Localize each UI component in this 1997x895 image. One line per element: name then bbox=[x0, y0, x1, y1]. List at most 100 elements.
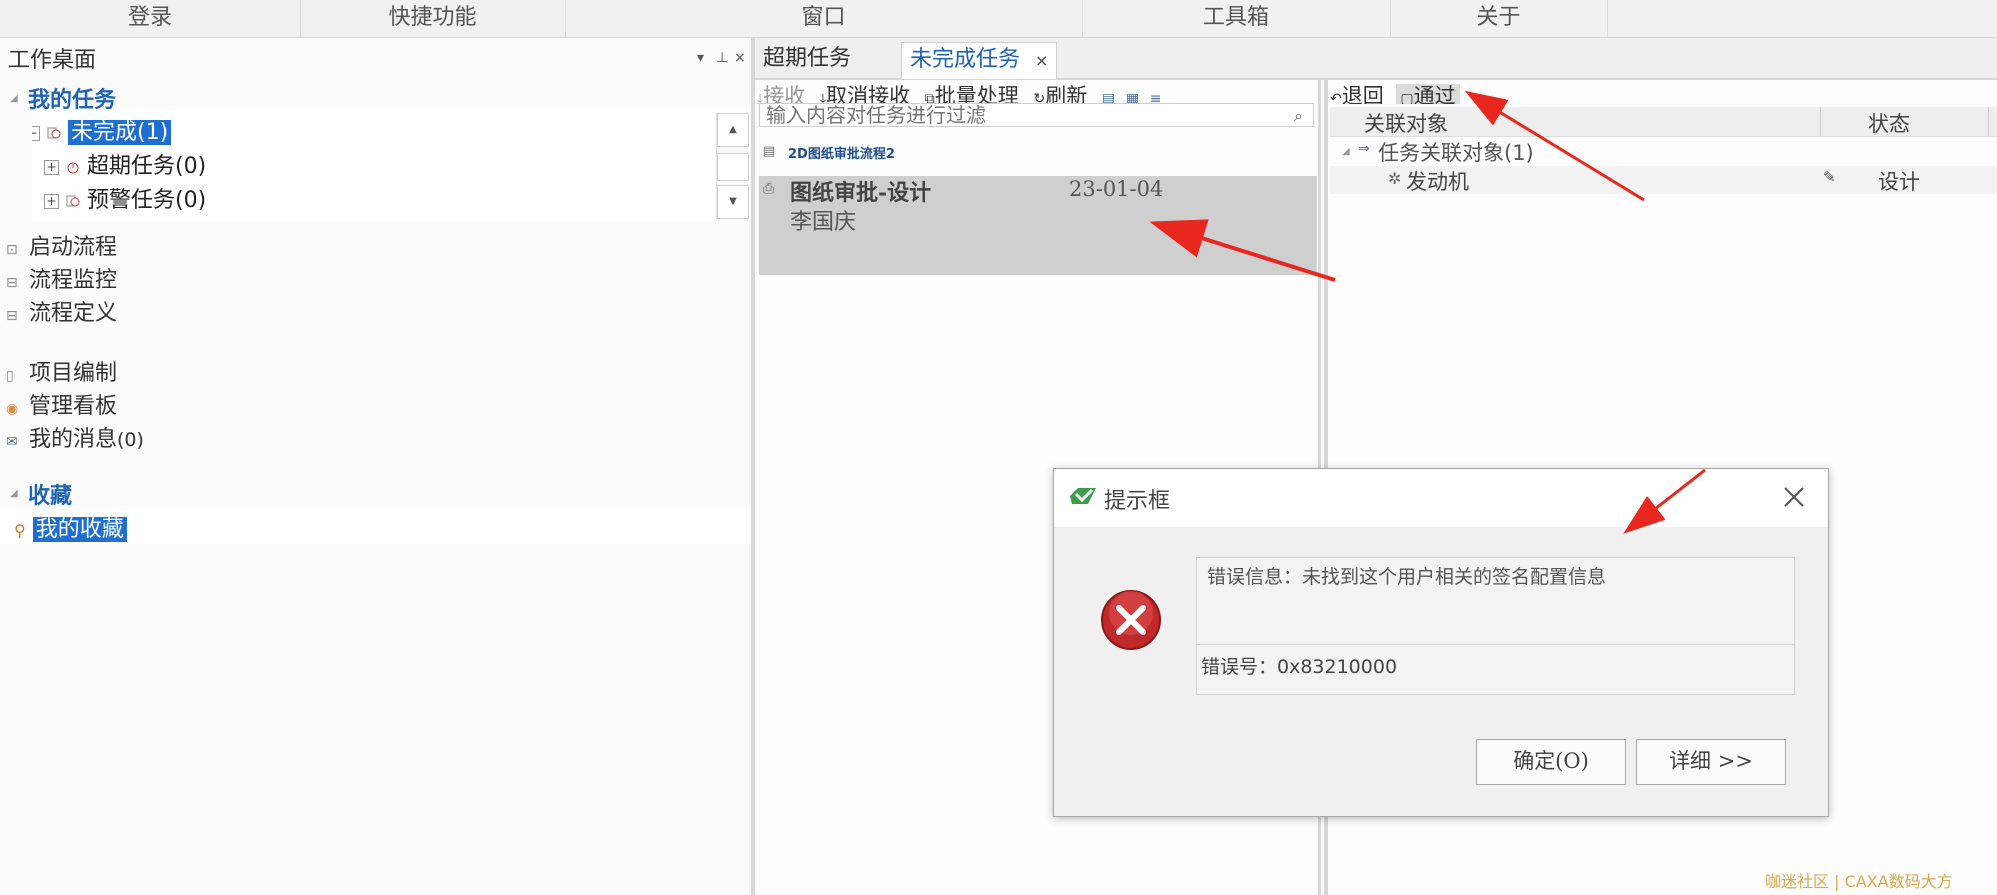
close-icon[interactable] bbox=[1782, 485, 1806, 509]
nav-label: 我的消息 bbox=[29, 427, 118, 452]
message-count: (0) bbox=[117, 429, 144, 451]
tree-item-incomplete[interactable]: − 未完成(1) bbox=[32, 114, 172, 146]
scroll-thumb[interactable] bbox=[717, 153, 749, 181]
nav-dashboard[interactable]: ◉ 管理看板 bbox=[6, 388, 117, 420]
detail-button[interactable]: 详细 >> bbox=[1636, 739, 1786, 785]
error-icon bbox=[1101, 590, 1161, 650]
task-toolbar: ⤓接收 ⤓取消接收 ⧉批量处理 ↻刷新 ▤ ▦ ≡ bbox=[757, 80, 1317, 104]
refresh-button[interactable]: 刷新 bbox=[1045, 84, 1087, 104]
task-date: 23-01-04 bbox=[1069, 177, 1164, 201]
nav-label: 启动流程 bbox=[29, 235, 118, 260]
collapse-triangle-icon[interactable]: ◢ bbox=[1342, 146, 1350, 157]
column-header-status[interactable]: 状态 bbox=[1868, 108, 1910, 138]
pin-icon[interactable]: ⊥ bbox=[716, 50, 728, 66]
collapse-triangle-icon[interactable]: ◢ bbox=[10, 488, 18, 499]
tab-overdue[interactable]: 超期任务 bbox=[755, 42, 859, 78]
tab-close-icon[interactable]: × bbox=[1035, 51, 1048, 70]
collapse-triangle-icon[interactable]: ◢ bbox=[10, 93, 18, 104]
overdue-icon bbox=[67, 162, 79, 174]
flow-group-label[interactable]: 2D图纸审批流程2 bbox=[788, 143, 895, 162]
panel-title: 工作桌面 bbox=[8, 48, 97, 73]
warning-task-icon bbox=[66, 195, 80, 207]
error-message: 错误信息：未找到这个用户相关的签名配置信息 bbox=[1207, 566, 1607, 588]
return-button[interactable]: 退回 bbox=[1342, 84, 1384, 104]
task-title: 图纸审批-设计 bbox=[790, 180, 932, 206]
tree-item-label: 预警任务(0) bbox=[87, 188, 207, 213]
task-filter-input[interactable] bbox=[759, 103, 1314, 127]
nav-process-definition[interactable]: ⊟ 流程定义 bbox=[6, 295, 117, 327]
document-icon: ▯ bbox=[6, 368, 14, 384]
ok-button[interactable]: 确定(O) bbox=[1476, 739, 1626, 785]
task-person: 李国庆 bbox=[790, 210, 857, 235]
scroll-up-icon[interactable]: ▲ bbox=[717, 113, 749, 147]
divider bbox=[1197, 644, 1794, 645]
error-details-box: 错误信息：未找到这个用户相关的签名配置信息 错误号：0x83210000 bbox=[1196, 557, 1795, 695]
nav-label: 管理看板 bbox=[29, 394, 118, 419]
menu-window[interactable]: 窗口 bbox=[565, 0, 1083, 37]
tree-item-overdue[interactable]: + 超期任务(0) bbox=[44, 148, 206, 180]
column-divider bbox=[1820, 107, 1821, 136]
definition-icon: ⊟ bbox=[6, 308, 18, 324]
tab-incomplete[interactable]: 未完成任务 × bbox=[901, 42, 1058, 79]
pass-icon: ▢ bbox=[1400, 91, 1414, 104]
app-logo-icon bbox=[1070, 488, 1096, 504]
error-code: 错误号：0x83210000 bbox=[1201, 656, 1398, 678]
dialog-title: 提示框 bbox=[1104, 489, 1171, 514]
menu-shortcuts[interactable]: 快捷功能 bbox=[300, 0, 566, 37]
receive-button[interactable]: 接收 bbox=[763, 84, 805, 104]
nav-my-messages[interactable]: ✉ 我的消息(0) bbox=[6, 421, 144, 453]
grid-header: 关联对象 状态 bbox=[1330, 107, 1997, 137]
envelope-icon: ✉ bbox=[6, 434, 18, 450]
process-icon: ⊡ bbox=[6, 242, 18, 258]
star-folder-icon: ⚲ bbox=[14, 521, 26, 540]
expand-icon[interactable]: + bbox=[44, 193, 59, 209]
tree-scrollbar[interactable]: ▲ ▼ bbox=[716, 113, 749, 220]
dialog-titlebar[interactable]: 提示框 bbox=[1054, 469, 1828, 527]
nav-label: 流程监控 bbox=[29, 268, 118, 293]
column-divider bbox=[1988, 107, 1989, 136]
tree-item-label: 未完成(1) bbox=[68, 120, 172, 145]
edit-icon[interactable]: ✎ bbox=[1823, 168, 1836, 186]
tree-item-warning[interactable]: + 预警任务(0) bbox=[44, 182, 206, 214]
nav-label: 项目编制 bbox=[29, 361, 118, 386]
clock-task-icon bbox=[47, 127, 61, 139]
grid-group-row[interactable]: ◢ ⇒ 任务关联对象(1) bbox=[1330, 137, 1997, 165]
nav-start-process[interactable]: ⊡ 启动流程 bbox=[6, 229, 117, 261]
row-object: 发动机 bbox=[1406, 170, 1469, 194]
return-icon: ↶ bbox=[1330, 91, 1342, 104]
menu-bar: 登录 快捷功能 窗口 工具箱 关于 bbox=[0, 0, 1997, 38]
collapse-icon[interactable]: − bbox=[32, 125, 40, 141]
pass-button[interactable]: ▢通过 bbox=[1396, 84, 1460, 104]
watermark: 咖迷社区 | CAXA数码大方 bbox=[1765, 872, 1953, 891]
table-row[interactable]: ✲ 发动机 ✎ 设计 bbox=[1330, 166, 1997, 194]
detail-toolbar: ↶退回 ▢通过 bbox=[1330, 80, 1997, 104]
tab-label: 未完成任务 bbox=[910, 47, 1021, 72]
task-icon: ⎙ bbox=[763, 181, 775, 197]
alert-dialog: 提示框 错误信息：未找到这个用户相关的签名配置信息 错误号：0x83210000… bbox=[1053, 468, 1829, 817]
batch-button[interactable]: 批量处理 bbox=[935, 84, 1019, 104]
favorites-item[interactable]: ⚲ 我的收藏 bbox=[14, 511, 127, 543]
nav-project-edit[interactable]: ▯ 项目编制 bbox=[6, 355, 117, 387]
menu-about[interactable]: 关于 bbox=[1390, 0, 1608, 37]
panel-close-icon[interactable]: × bbox=[734, 50, 746, 66]
search-icon[interactable]: ⌕ bbox=[1294, 106, 1303, 126]
favorites-title: 收藏 bbox=[28, 484, 73, 509]
flow-icon: ▤ bbox=[763, 144, 776, 159]
nav-label: 流程定义 bbox=[29, 301, 118, 326]
panel-splitter[interactable] bbox=[751, 38, 755, 895]
group-label: 任务关联对象(1) bbox=[1378, 141, 1534, 165]
expand-icon[interactable]: + bbox=[44, 159, 59, 175]
monitor-icon: ⊟ bbox=[6, 275, 18, 291]
dashboard-icon: ◉ bbox=[6, 401, 19, 417]
scroll-down-icon[interactable]: ▼ bbox=[717, 185, 749, 219]
menu-login[interactable]: 登录 bbox=[0, 0, 301, 37]
menu-toolbox[interactable]: 工具箱 bbox=[1082, 0, 1391, 37]
panel-dropdown-icon[interactable]: ▾ bbox=[697, 50, 704, 66]
nav-process-monitor[interactable]: ⊟ 流程监控 bbox=[6, 262, 117, 294]
favorites-label: 我的收藏 bbox=[32, 517, 127, 542]
task-tree: − 未完成(1) + 超期任务(0) + 预警任务(0) bbox=[32, 110, 750, 222]
tree-item-label: 超期任务(0) bbox=[87, 154, 207, 179]
pass-label: 通过 bbox=[1413, 84, 1456, 104]
cancel-receive-button[interactable]: 取消接收 bbox=[826, 84, 910, 104]
column-header-object[interactable]: 关联对象 bbox=[1364, 108, 1448, 138]
